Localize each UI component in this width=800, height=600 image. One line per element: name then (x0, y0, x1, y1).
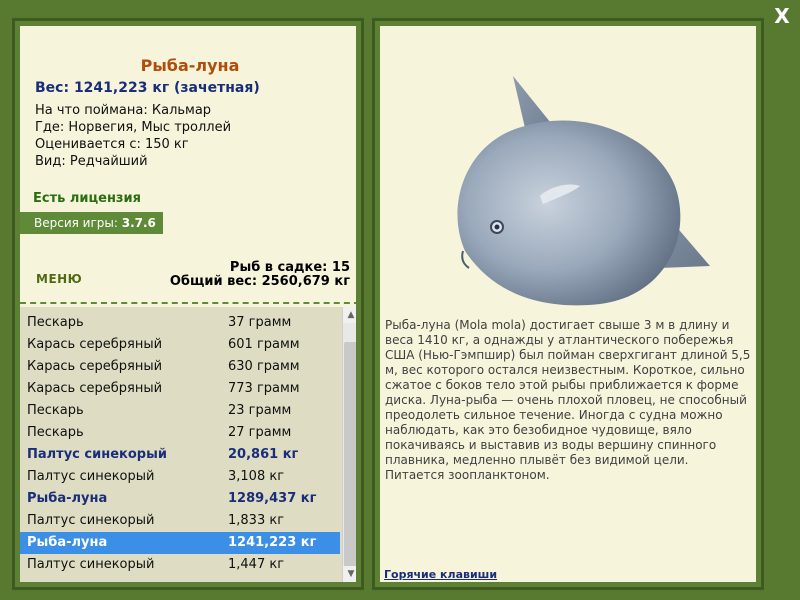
catch-row-weight: 1289,437 кг (228, 491, 317, 506)
catch-row[interactable]: Палтус синекорый 20,861 кг (20, 444, 340, 466)
catch-row-name: Рыба-луна (27, 491, 108, 506)
catch-row-weight: 3,108 кг (228, 469, 285, 484)
catch-row-name: Карась серебряный (27, 337, 163, 352)
catch-row-weight: 1,833 кг (228, 513, 285, 528)
scrollbar[interactable]: ▲ ▼ (342, 307, 356, 582)
info-panel: Рыба-луна (Mola mola) достигает свыше 3 … (372, 18, 764, 590)
rarity-info: Вид: Редчайший (35, 154, 148, 169)
catch-row-weight: 630 грамм (228, 359, 300, 374)
catch-row[interactable]: Пескарь 27 грамм (20, 422, 340, 444)
catch-row[interactable]: Палтус синекорый 3,108 кг (20, 466, 340, 488)
hotkeys-link[interactable]: Горячие клавиши (384, 568, 497, 581)
catch-row[interactable]: Рыба-луна 1289,437 кг (20, 488, 340, 510)
catch-row-name: Палтус синекорый (27, 447, 167, 462)
catch-panel-content: Рыба-луна Вес: 1241,223 кг (зачетная) На… (20, 26, 356, 582)
fish-description: Рыба-луна (Mola mola) достигает свыше 3 … (385, 318, 751, 482)
catch-row[interactable]: Палтус синекорый 1,447 кг (20, 554, 340, 576)
catch-list: Пескарь 37 грамм Карась серебряный 601 грам… (20, 307, 356, 582)
catch-row-name: Пескарь (27, 425, 84, 440)
catch-row-weight: 773 грамм (228, 381, 300, 396)
catch-row-name: Пескарь (27, 315, 84, 330)
catch-row-weight: 27 грамм (228, 425, 292, 440)
catch-row-weight: 20,861 кг (228, 447, 299, 462)
scroll-thumb[interactable] (344, 342, 356, 567)
catch-row[interactable]: Пескарь 23 грамм (20, 400, 340, 422)
bait-info: На что поймана: Кальмар (35, 103, 212, 118)
catch-row-name: Палтус синекорый (27, 469, 155, 484)
scroll-down-icon[interactable]: ▼ (343, 566, 356, 582)
catch-row-name: Пескарь (27, 403, 84, 418)
catch-row-weight: 601 грамм (228, 337, 300, 352)
catch-row[interactable]: Карась серебряный 630 грамм (20, 356, 340, 378)
catch-row-weight: 1,447 кг (228, 557, 285, 572)
scroll-up-icon[interactable]: ▲ (343, 307, 356, 323)
catch-row[interactable]: Карась серебряный 773 грамм (20, 378, 340, 400)
valued-info: Оценивается с: 150 кг (35, 137, 189, 152)
version-bar: Версия игры: 3.7.6 (20, 212, 163, 234)
catch-row[interactable]: Карась серебряный 601 грамм (20, 334, 340, 356)
location-info: Где: Норвегия, Мыс троллей (35, 120, 232, 135)
catch-row-weight: 23 грамм (228, 403, 292, 418)
fish-title: Рыба-луна (140, 56, 240, 75)
catch-row-weight: 1241,223 кг (228, 535, 317, 550)
catch-row-name: Палтус синекорый (27, 557, 155, 572)
fish-weight: Вес: 1241,223 кг (зачетная) (35, 80, 260, 96)
close-button[interactable]: X (770, 4, 794, 28)
cage-count: Рыб в садке: 15 (229, 260, 350, 275)
catch-row-name: Рыба-луна (27, 535, 108, 550)
catch-row[interactable]: Рыба-луна 1241,223 кг (20, 532, 340, 554)
catch-row-weight: 37 грамм (228, 315, 292, 330)
license-status: Есть лицензия (33, 191, 141, 206)
catch-row[interactable]: Пескарь 37 грамм (20, 312, 340, 334)
sunfish-image (457, 76, 710, 306)
total-weight: Общий вес: 2560,679 кг (169, 274, 350, 289)
version-label: Версия игры: (34, 216, 118, 230)
info-panel-content: Рыба-луна (Mola mola) достигает свыше 3 … (380, 26, 756, 582)
version-value: 3.7.6 (121, 216, 156, 230)
catch-row-name: Палтус синекорый (27, 513, 155, 528)
catch-row[interactable]: Палтус синекорый 1,833 кг (20, 510, 340, 532)
menu-button[interactable]: МЕНЮ (36, 272, 82, 286)
divider (20, 302, 356, 304)
catch-row-name: Карась серебряный (27, 359, 163, 374)
catch-panel: Рыба-луна Вес: 1241,223 кг (зачетная) На… (12, 18, 364, 590)
catch-row-name: Карась серебряный (27, 381, 163, 396)
